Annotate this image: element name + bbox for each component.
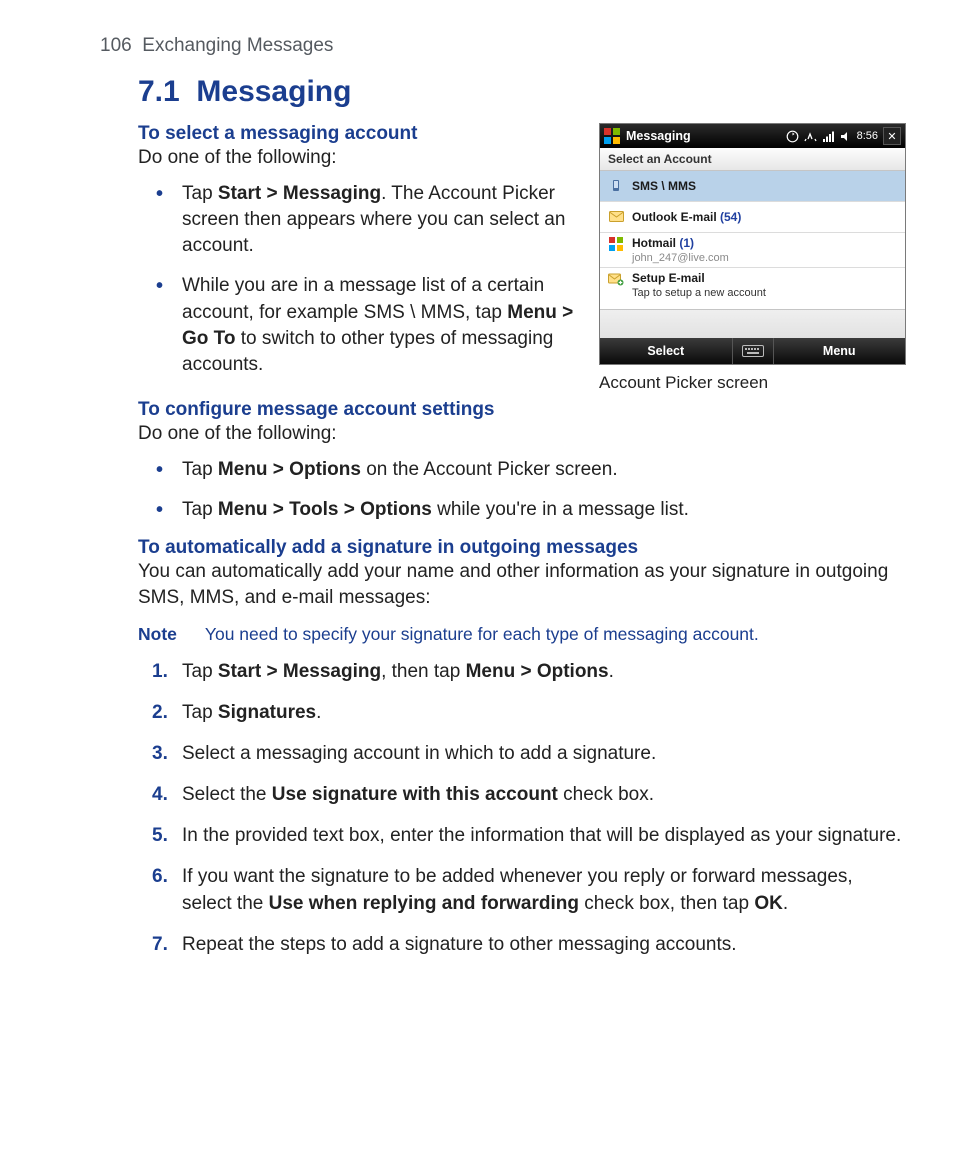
row-label: Outlook E-mail (54) — [632, 210, 741, 224]
step-7: 7. Repeat the steps to add a signature t… — [152, 932, 904, 959]
spacer — [600, 309, 905, 338]
row-hotmail: Hotmail (1) john_247@live.com — [600, 233, 905, 268]
note-text: You need to specify your signature for e… — [205, 624, 759, 645]
phone-titlebar: Messaging 8:56 ✕ — [600, 124, 905, 148]
row-label: SMS \ MMS — [632, 179, 696, 193]
section-title: 7.1 Messaging — [138, 75, 904, 109]
volume-icon — [840, 130, 852, 143]
bullet-list-2: Tap Menu > Options on the Account Picker… — [152, 457, 904, 523]
left-column: To select a messaging account Do one of … — [138, 123, 581, 393]
step-2: 2. Tap Signatures. — [152, 700, 904, 727]
section-number: 7.1 — [138, 75, 180, 108]
phone-title: Messaging — [626, 129, 780, 143]
step-3: 3. Select a messaging account in which t… — [152, 741, 904, 768]
screenshot-caption: Account Picker screen — [599, 373, 904, 393]
intro-2: Do one of the following: — [138, 421, 904, 447]
step-5: 5. In the provided text box, enter the i… — [152, 823, 904, 850]
row-setup-email: Setup E-mail Tap to setup a new account — [600, 268, 905, 302]
account-picker-screenshot: Messaging 8:56 ✕ Select an Account — [599, 123, 906, 365]
phone-softkey-bar: Select Menu — [600, 338, 905, 364]
bullet-1: Tap Menu > Options on the Account Picker… — [152, 457, 904, 483]
two-column-area: To select a messaging account Do one of … — [138, 123, 904, 393]
windows-start-icon — [604, 128, 620, 144]
bullet-1: Tap Start > Messaging. The Account Picke… — [152, 181, 581, 260]
right-column: Messaging 8:56 ✕ Select an Account — [599, 123, 904, 393]
note-label: Note — [138, 624, 177, 645]
heading-configure-settings: To configure message account settings — [138, 399, 904, 421]
softkey-left: Select — [600, 344, 732, 358]
running-head: Exchanging Messages — [142, 35, 333, 56]
envelope-add-icon — [608, 271, 624, 287]
account-list: SMS \ MMS Outlook E-mail (54) — [600, 171, 905, 309]
bullet-list-1: Tap Start > Messaging. The Account Picke… — [152, 181, 581, 379]
note-block: Note You need to specify your signature … — [138, 624, 904, 645]
envelope-icon — [608, 209, 624, 225]
sip-icon — [732, 338, 774, 364]
page-number: 106 — [100, 35, 132, 56]
heading-select-account: To select a messaging account — [138, 123, 581, 145]
sync-icon — [786, 130, 799, 143]
phone-subhead: Select an Account — [600, 148, 905, 171]
content: To select a messaging account Do one of … — [138, 123, 904, 959]
step-4: 4. Select the Use signature with this ac… — [152, 782, 904, 809]
page-header: 106 Exchanging Messages — [100, 35, 904, 57]
numbered-steps: 1. Tap Start > Messaging, then tap Menu … — [152, 659, 904, 959]
row-label: Hotmail (1) john_247@live.com — [632, 236, 729, 264]
intro-1: Do one of the following: — [138, 145, 581, 171]
connection-icon — [804, 130, 817, 143]
row-outlook: Outlook E-mail (54) — [600, 202, 905, 233]
step-1: 1. Tap Start > Messaging, then tap Menu … — [152, 659, 904, 686]
step-6: 6. If you want the signature to be added… — [152, 864, 904, 918]
manual-page: 106 Exchanging Messages 7.1 Messaging To… — [0, 0, 954, 1013]
intro-3: You can automatically add your name and … — [138, 559, 904, 610]
softkey-right: Menu — [774, 344, 906, 358]
heading-signature: To automatically add a signature in outg… — [138, 537, 904, 559]
row-sms-mms: SMS \ MMS — [600, 171, 905, 202]
row-label: Setup E-mail Tap to setup a new account — [632, 271, 766, 299]
live-icon — [608, 236, 624, 252]
bullet-2: While you are in a message list of a cer… — [152, 273, 581, 378]
close-icon: ✕ — [883, 127, 901, 145]
status-icons: 8:56 ✕ — [786, 127, 901, 145]
clock: 8:56 — [857, 130, 878, 142]
bullet-2: Tap Menu > Tools > Options while you're … — [152, 497, 904, 523]
section-name: Messaging — [196, 75, 351, 108]
signal-icon — [822, 130, 835, 143]
sms-icon — [608, 178, 624, 194]
